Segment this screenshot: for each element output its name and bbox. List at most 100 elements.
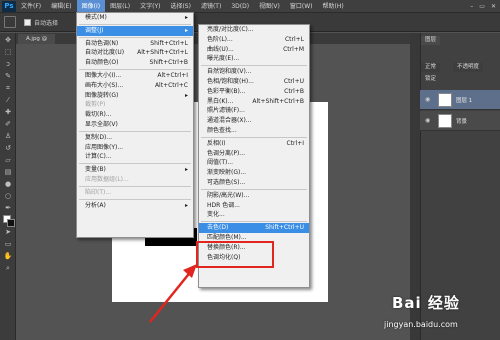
baidu-jingyan-watermark: Bai 经验 jingyan.baidu.com: [382, 290, 497, 338]
marquee-tool-icon[interactable]: ⬚: [3, 48, 13, 57]
document-tab[interactable]: A.jpg @: [18, 34, 56, 44]
brush-tool-icon[interactable]: ✐: [3, 120, 13, 129]
menu-item[interactable]: 色彩平衡(B)... Ctrl+B: [199, 87, 309, 97]
menu-item[interactable]: HDR 色调...: [199, 201, 309, 211]
menu-separator: [201, 221, 307, 223]
hand-tool-icon[interactable]: ✋: [3, 252, 13, 261]
menu-item-label: 模式(M): [85, 14, 107, 21]
menu-item[interactable]: 可选颜色(S)...: [199, 178, 309, 188]
menu-item-label: 应用图像(Y)...: [85, 143, 124, 151]
menu-item[interactable]: 分析(A) ▸: [77, 201, 193, 211]
menu-item[interactable]: 亮度/对比度(C)...: [199, 25, 309, 35]
menu-3[interactable]: 图层(L): [105, 0, 135, 13]
menu-item[interactable]: 色调分离(P)...: [199, 149, 309, 159]
menu-6[interactable]: 滤镜(T): [196, 0, 226, 13]
menu-item[interactable]: 变化...: [199, 210, 309, 220]
menu-item-shortcut: Alt+Ctrl+C: [154, 81, 188, 89]
watermark-url: jingyan.baidu.com: [384, 320, 458, 329]
menu-item[interactable]: 自动色调(N) Shift+Ctrl+L: [77, 39, 193, 49]
menu-item[interactable]: 计算(C)...: [77, 152, 193, 162]
healing-tool-icon[interactable]: ✚: [3, 108, 13, 117]
menu-item[interactable]: 渐变映射(G)...: [199, 168, 309, 178]
menu-item-label: 曝光度(E)...: [207, 55, 240, 63]
tab-layers[interactable]: 图层: [421, 36, 441, 45]
menu-item[interactable]: 自动颜色(O) Shift+Ctrl+B: [77, 58, 193, 68]
menu-4[interactable]: 文字(Y): [135, 0, 165, 13]
menu-2[interactable]: 图像(I): [76, 0, 106, 13]
blur-tool-icon[interactable]: ●: [3, 180, 13, 189]
lasso-tool-icon[interactable]: ↄ: [3, 60, 13, 69]
menu-item[interactable]: 图像大小(I)... Alt+Ctrl+I: [77, 71, 193, 81]
menu-item[interactable]: 阈值(T)...: [199, 158, 309, 168]
stamp-tool-icon[interactable]: ♙: [3, 132, 13, 141]
menu-separator: [79, 185, 191, 187]
menu-item[interactable]: 照片滤镜(F)...: [199, 106, 309, 116]
menu-item-label: 画布大小(S)...: [85, 81, 124, 89]
menu-item-shortcut: Ctrl+L: [284, 35, 304, 43]
menu-bar: Ps 文件(F) 编辑(E) 图像(I) 图层(L) 文字(Y) 选择(S) 滤镜(T) 3D…: [0, 0, 500, 13]
menu-item[interactable]: 自然饱和度(V)...: [199, 67, 309, 77]
layer-thumbnail: [438, 114, 452, 128]
zoom-tool-icon[interactable]: ⌕: [3, 264, 13, 273]
blend-mode-select[interactable]: 正常: [421, 63, 441, 72]
menu-item[interactable]: 色阶(L)... Ctrl+L: [199, 35, 309, 45]
menu-item[interactable]: 色相/饱和度(H)... Ctrl+U: [199, 77, 309, 87]
eyedropper-tool-icon[interactable]: ⁄: [3, 96, 13, 105]
menu-separator: [201, 188, 307, 190]
menu-item[interactable]: 黑白(K)... Alt+Shift+Ctrl+B: [199, 97, 309, 107]
crop-tool-icon[interactable]: ⌗: [3, 84, 13, 93]
menu-item-label: 自然饱和度(V)...: [207, 68, 252, 76]
layer-row[interactable]: ◉ 图层 1: [420, 90, 500, 110]
layer-row[interactable]: ◉ 背景: [420, 111, 500, 131]
history-brush-tool-icon[interactable]: ↺: [3, 144, 13, 153]
visibility-eye-icon[interactable]: ◉: [425, 96, 430, 103]
visibility-eye-icon[interactable]: ◉: [425, 117, 430, 124]
menu-item[interactable]: 自动对比度(U) Alt+Shift+Ctrl+L: [77, 48, 193, 58]
eraser-tool-icon[interactable]: ▱: [3, 156, 13, 165]
menu-item[interactable]: 图像旋转(G) ▸: [77, 91, 193, 101]
quick-select-tool-icon[interactable]: ✎: [3, 72, 13, 81]
pen-tool-icon[interactable]: ✒: [3, 204, 13, 213]
menu-item-label: 亮度/对比度(C)...: [207, 26, 254, 33]
menu-5[interactable]: 选择(S): [165, 0, 196, 13]
menu-item[interactable]: 应用图像(Y)...: [77, 143, 193, 153]
menu-item[interactable]: 阴影/高光(W)...: [199, 191, 309, 201]
menu-8[interactable]: 视图(V): [254, 0, 285, 13]
menu-7[interactable]: 3D(D): [226, 0, 254, 13]
menu-item[interactable]: 画布大小(S)... Alt+Ctrl+C: [77, 81, 193, 91]
menu-item-label: 自动对比度(U): [85, 49, 125, 57]
minimize-icon[interactable]: –: [470, 3, 473, 10]
menu-item[interactable]: 反相(I) Ctrl+I: [199, 139, 309, 149]
menu-1[interactable]: 编辑(E): [46, 0, 76, 13]
menu-9[interactable]: 窗口(W): [285, 0, 318, 13]
maximize-icon[interactable]: ▭: [479, 3, 485, 10]
gradient-tool-icon[interactable]: ▤: [3, 168, 13, 177]
menu-item[interactable]: 曲线(U)... Ctrl+M: [199, 45, 309, 55]
menu-item[interactable]: 模式(M) ▸: [77, 13, 193, 23]
auto-select-checkbox[interactable]: [24, 18, 31, 26]
move-tool-icon[interactable]: ✥: [3, 36, 13, 45]
menu-item[interactable]: 显示全部(V): [77, 120, 193, 130]
menu-item[interactable]: 曝光度(E)...: [199, 54, 309, 64]
menu-item-label: 匹配颜色(M)...: [207, 233, 247, 241]
menu-item[interactable]: 变量(B) ▸: [77, 165, 193, 175]
image-menu-dropdown: 模式(M) ▸ 调整(J) ▸ 自动色调(N) Shift+Ctrl+L 自动对比度(U) A…: [76, 12, 194, 238]
menu-item[interactable]: 颜色查找...: [199, 126, 309, 136]
menu-item-label: 曲线(U)...: [207, 45, 234, 53]
menu-item[interactable]: 通道混合器(X)...: [199, 116, 309, 126]
close-icon[interactable]: ✕: [491, 3, 496, 10]
menu-10[interactable]: 帮助(H): [318, 0, 349, 13]
menu-0[interactable]: 文件(F): [16, 0, 46, 13]
menu-item[interactable]: 调整(J) ▸: [77, 25, 193, 36]
submenu-arrow-icon: ▸: [184, 91, 188, 99]
menu-item[interactable]: 裁切(R)...: [77, 110, 193, 120]
dodge-tool-icon[interactable]: ○: [3, 192, 13, 201]
menu-item[interactable]: 复制(D)...: [77, 133, 193, 143]
background-color-swatch[interactable]: [7, 219, 15, 227]
path-select-tool-icon[interactable]: ➤: [3, 228, 13, 237]
menu-item-label: 通道混合器(X)...: [207, 117, 252, 125]
shape-tool-icon[interactable]: ▭: [3, 240, 13, 249]
move-tool-icon[interactable]: [4, 16, 16, 28]
menu-item-label: 自动色调(N): [85, 39, 119, 47]
menu-item[interactable]: 去色(D) Shift+Ctrl+U: [199, 223, 309, 233]
